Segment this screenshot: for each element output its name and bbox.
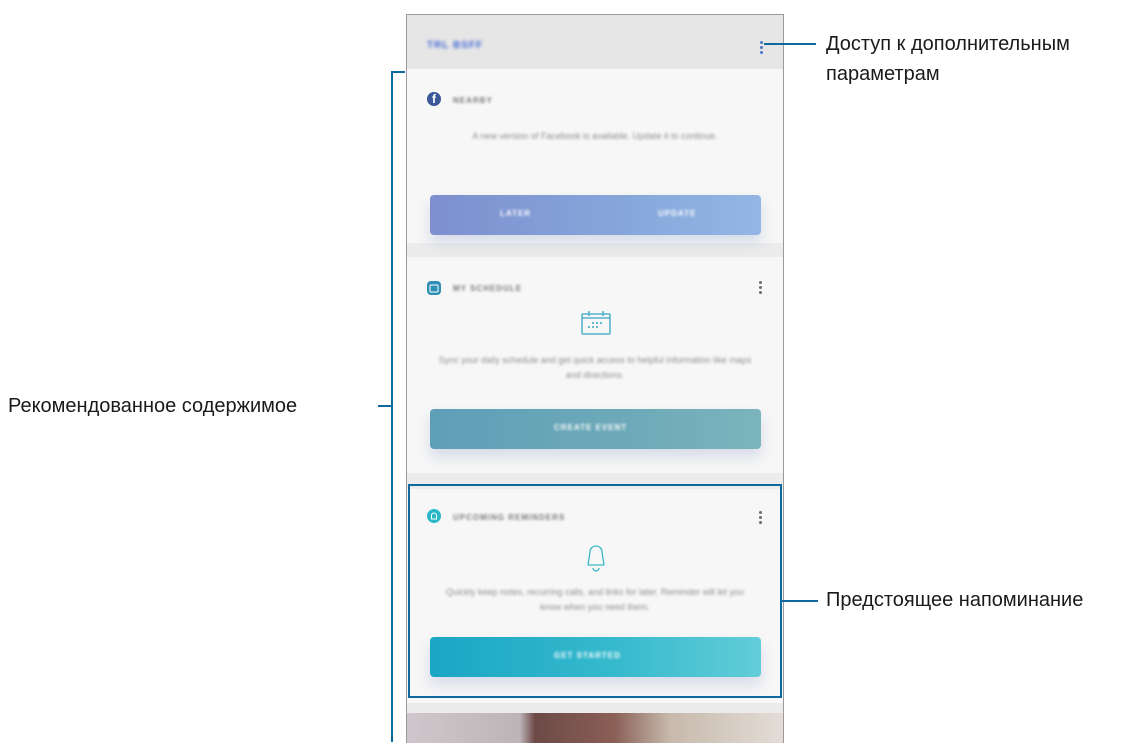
later-button[interactable]: LATER <box>500 209 531 218</box>
more-vert-icon[interactable] <box>757 281 763 299</box>
bracket-middle-tick <box>378 405 391 407</box>
card-description: A new version of Facebook is available. … <box>472 131 718 141</box>
card-image <box>407 713 783 743</box>
card-title: MY SCHEDULE <box>453 284 523 293</box>
bracket-top-tick <box>391 71 405 73</box>
callout-line-upcoming <box>782 600 818 602</box>
card-app-update: f NEARBY A new version of Facebook is av… <box>407 69 783 243</box>
calendar-icon <box>427 281 441 295</box>
highlight-box-reminder <box>408 484 782 698</box>
card-my-schedule: MY SCHEDULE Sync your daily schedule and… <box>407 257 783 473</box>
annotation-more-options-line2: параметрам <box>826 63 940 85</box>
annotation-more-options-line1: Доступ к дополнительным <box>826 33 1070 55</box>
card-title: NEARBY <box>453 96 493 105</box>
card-description: Sync your daily schedule and get quick a… <box>438 355 752 380</box>
app-bar-title: TRL BSFF <box>427 40 484 51</box>
card-button-bar: LATER UPDATE <box>430 195 761 235</box>
callout-line-more-options <box>764 43 816 45</box>
card-media-partial[interactable] <box>407 713 783 743</box>
facebook-icon: f <box>427 92 441 106</box>
app-bar: TRL BSFF <box>407 15 783 69</box>
update-button[interactable]: UPDATE <box>658 209 696 218</box>
create-event-button[interactable]: CREATE EVENT <box>430 409 761 449</box>
annotation-upcoming: Предстоящее напоминание <box>826 589 1084 611</box>
bracket-vertical-line <box>391 71 393 742</box>
annotation-recommended: Рекомендованное содержимое <box>8 395 298 417</box>
calendar-illustration-icon <box>581 311 611 335</box>
create-event-label: CREATE EVENT <box>554 423 628 432</box>
